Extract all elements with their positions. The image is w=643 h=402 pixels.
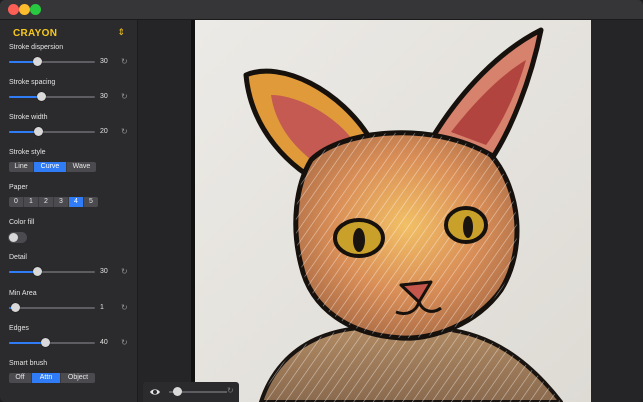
min-area-value: 1 (100, 304, 104, 311)
reset-icon[interactable]: ↻ (121, 267, 128, 276)
up-down-chevron-icon[interactable]: ⇕ (117, 27, 125, 38)
paper-option-0[interactable]: 0 (9, 197, 24, 207)
reset-icon[interactable]: ↻ (121, 338, 128, 347)
close-window-button[interactable] (8, 4, 19, 15)
reset-icon[interactable]: ↻ (121, 303, 128, 312)
preview-toolbar: ↻ (143, 382, 239, 402)
reset-icon[interactable]: ↻ (227, 386, 234, 395)
stroke-dispersion-label: Stroke dispersion (9, 44, 64, 51)
stroke-spacing-label: Stroke spacing (9, 79, 56, 86)
edges-value: 40 (100, 339, 108, 346)
stroke-spacing-slider[interactable] (9, 92, 95, 101)
smart-brush-option-attn[interactable]: Attn (32, 373, 61, 383)
stroke-spacing-value: 30 (100, 93, 108, 100)
preset-selector[interactable]: CRAYON ⇕ (7, 27, 129, 42)
stroke-dispersion-value: 30 (100, 58, 108, 65)
canvas-area: ↻ (138, 20, 643, 402)
preview-opacity-knob[interactable] (173, 387, 182, 396)
paper-option-2[interactable]: 2 (39, 197, 54, 207)
slider-fill (9, 342, 45, 344)
stroke-style-option-wave[interactable]: Wave (67, 162, 96, 172)
detail-slider[interactable] (9, 267, 95, 276)
zoom-window-button[interactable] (30, 4, 41, 15)
slider-knob[interactable] (41, 338, 50, 347)
paper-option-5[interactable]: 5 (84, 197, 98, 207)
preset-name: CRAYON (13, 28, 58, 39)
paper-option-3[interactable]: 3 (54, 197, 69, 207)
edges-label: Edges (9, 325, 29, 332)
slider-knob[interactable] (33, 57, 42, 66)
reset-icon[interactable]: ↻ (121, 127, 128, 136)
slider-knob[interactable] (34, 127, 43, 136)
smart-brush-segmented-control: Off Attn Object (9, 373, 95, 383)
smart-brush-label: Smart brush (9, 360, 48, 367)
color-fill-toggle[interactable] (8, 232, 27, 243)
stroke-style-option-line[interactable]: Line (9, 162, 34, 172)
smart-brush-option-off[interactable]: Off (9, 373, 32, 383)
stroke-style-label: Stroke style (9, 149, 46, 156)
stroke-width-label: Stroke width (9, 114, 48, 121)
reset-icon[interactable]: ↻ (121, 57, 128, 66)
paper-segmented-control: 0 1 2 3 4 5 (9, 197, 98, 207)
smart-brush-option-object[interactable]: Object (61, 373, 95, 383)
slider-knob[interactable] (33, 267, 42, 276)
title-bar (0, 0, 643, 20)
reset-icon[interactable]: ↻ (121, 92, 128, 101)
stroke-style-option-curve[interactable]: Curve (34, 162, 67, 172)
stroke-dispersion-slider[interactable] (9, 57, 95, 66)
stroke-style-segmented-control: Line Curve Wave (9, 162, 96, 172)
min-area-label: Min Area (9, 290, 37, 297)
app-window: CRAYON ⇕ Stroke dispersion 30 ↻ Stroke s… (0, 0, 643, 402)
paper-option-4[interactable]: 4 (69, 197, 84, 207)
slider-knob[interactable] (11, 303, 20, 312)
edges-slider[interactable] (9, 338, 95, 347)
detail-value: 30 (100, 268, 108, 275)
min-area-slider[interactable] (9, 303, 95, 312)
crayon-artwork-image (191, 20, 591, 402)
detail-label: Detail (9, 254, 27, 261)
slider-knob[interactable] (37, 92, 46, 101)
settings-sidebar: CRAYON ⇕ Stroke dispersion 30 ↻ Stroke s… (0, 20, 138, 402)
minimize-window-button[interactable] (19, 4, 30, 15)
stroke-width-slider[interactable] (9, 127, 95, 136)
stroke-width-value: 20 (100, 128, 108, 135)
artwork-illustration (191, 20, 591, 402)
color-fill-label: Color fill (9, 219, 35, 226)
eye-icon[interactable] (149, 386, 161, 398)
toggle-knob (9, 233, 18, 242)
paper-label: Paper (9, 184, 28, 191)
paper-option-1[interactable]: 1 (24, 197, 39, 207)
